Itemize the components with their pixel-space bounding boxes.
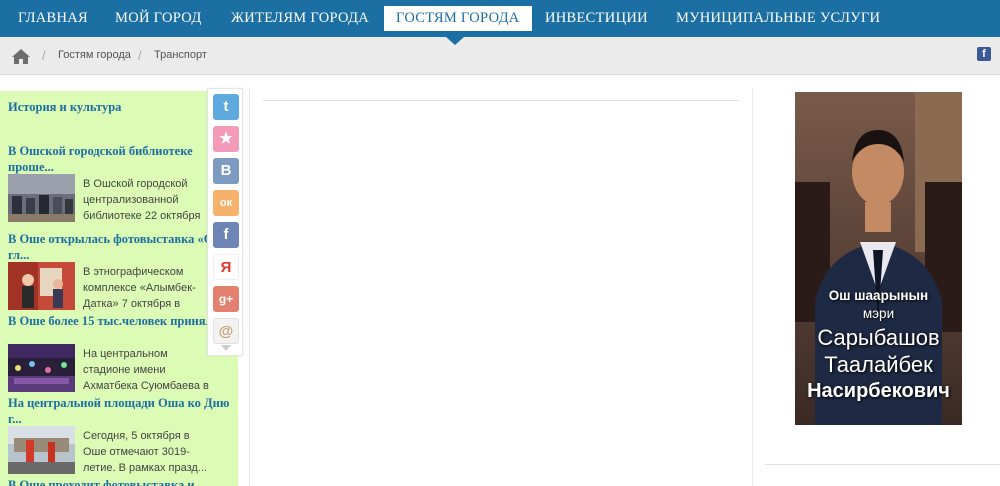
news-title[interactable]: В Оше более 15 тыс.человек приняли ... [8, 313, 234, 345]
content-divider [263, 100, 739, 101]
mayor-banner[interactable]: Ош шаарынын мэри Сарыбашов Таалайбек Нас… [795, 92, 962, 425]
active-nav-pointer [446, 37, 464, 45]
news-title[interactable]: В Оше проходит фотовыставка и [8, 477, 234, 486]
news-item[interactable]: В Оше проходит фотовыставка и [8, 477, 238, 486]
yandex-icon[interactable]: Я [213, 254, 239, 280]
news-title[interactable]: В Ошской городской библиотеке проше... [8, 143, 234, 175]
column-divider [752, 88, 753, 486]
news-item[interactable]: В Ошской городской библиотеке проше... В… [8, 143, 238, 222]
news-thumbnail[interactable] [8, 344, 75, 392]
nav-item-my-city[interactable]: МОЙ ГОРОД [115, 0, 202, 37]
news-sidebar: История и культура В Ошской городской би… [0, 91, 238, 486]
news-excerpt: В Ошской городской централизованной библ… [83, 178, 201, 222]
vkontakte-icon[interactable]: B [213, 158, 239, 184]
mayor-caption-line5: Насирбекович [807, 380, 950, 402]
news-excerpt: Сегодня, 5 октября в Оше отмечают 3019-л… [83, 430, 207, 474]
nav-item-residents[interactable]: ЖИТЕЛЯМ ГОРОДА [231, 0, 369, 37]
breadcrumb-separator: / [42, 48, 46, 63]
breadcrumb-item-transport: Транспорт [154, 49, 207, 61]
odnoklassniki-icon[interactable]: ок [213, 190, 239, 216]
twitter-icon[interactable]: t [213, 94, 239, 120]
column-divider [249, 88, 250, 486]
news-thumbnail[interactable] [8, 262, 75, 310]
news-excerpt: На центральном стадионе имени Ахматбека … [83, 348, 209, 392]
breadcrumb: / Гостям города / Транспорт f [0, 37, 1000, 75]
mayor-caption-line1: Ош шаарынын [828, 288, 929, 303]
news-item[interactable]: В Оше открылась фотовыставка «Ош гл... В… [8, 231, 238, 310]
news-item[interactable]: В Оше более 15 тыс.человек приняли ... Н… [8, 313, 238, 392]
news-thumbnail[interactable] [8, 426, 75, 474]
facebook-icon[interactable]: f [213, 222, 239, 248]
moimir-icon[interactable]: @ [213, 318, 239, 344]
google-plus-icon[interactable]: g+ [213, 286, 239, 312]
news-item[interactable]: На центральной площади Оша ко Дню г... С… [8, 395, 238, 474]
social-share-panel: t ★ B ок f Я g+ @ [207, 88, 243, 356]
mayor-caption-line3: Сарыбашов [817, 325, 940, 350]
chevron-down-icon[interactable] [221, 345, 231, 351]
news-title[interactable]: На центральной площади Оша ко Дню г... [8, 395, 234, 427]
facebook-icon[interactable]: f [977, 47, 991, 61]
mayor-caption-line2: мэри [862, 306, 895, 321]
section-title[interactable]: История и культура [8, 100, 121, 115]
nav-item-guests[interactable]: ГОСТЯМ ГОРОДА [384, 6, 532, 31]
news-excerpt: В этнографическом комплексе «Алымбек-Дат… [83, 266, 196, 310]
breadcrumb-item-guests[interactable]: Гостям города [58, 49, 131, 61]
nav-item-municipal-services[interactable]: МУНИЦИПАЛЬНЫЕ УСЛУГИ [676, 0, 880, 37]
nav-item-investments[interactable]: ИНВЕСТИЦИИ [545, 0, 648, 37]
home-icon[interactable] [11, 48, 31, 65]
news-thumbnail[interactable] [8, 174, 75, 222]
breadcrumb-separator: / [138, 48, 142, 63]
main-navigation: ГЛАВНАЯ МОЙ ГОРОД ЖИТЕЛЯМ ГОРОДА ГОСТЯМ … [0, 0, 1000, 45]
content-divider [765, 464, 1000, 465]
favorites-icon[interactable]: ★ [213, 126, 239, 152]
nav-item-home[interactable]: ГЛАВНАЯ [18, 0, 88, 37]
mayor-caption-line4: Таалайбек [824, 352, 933, 377]
news-title[interactable]: В Оше открылась фотовыставка «Ош гл... [8, 231, 234, 263]
